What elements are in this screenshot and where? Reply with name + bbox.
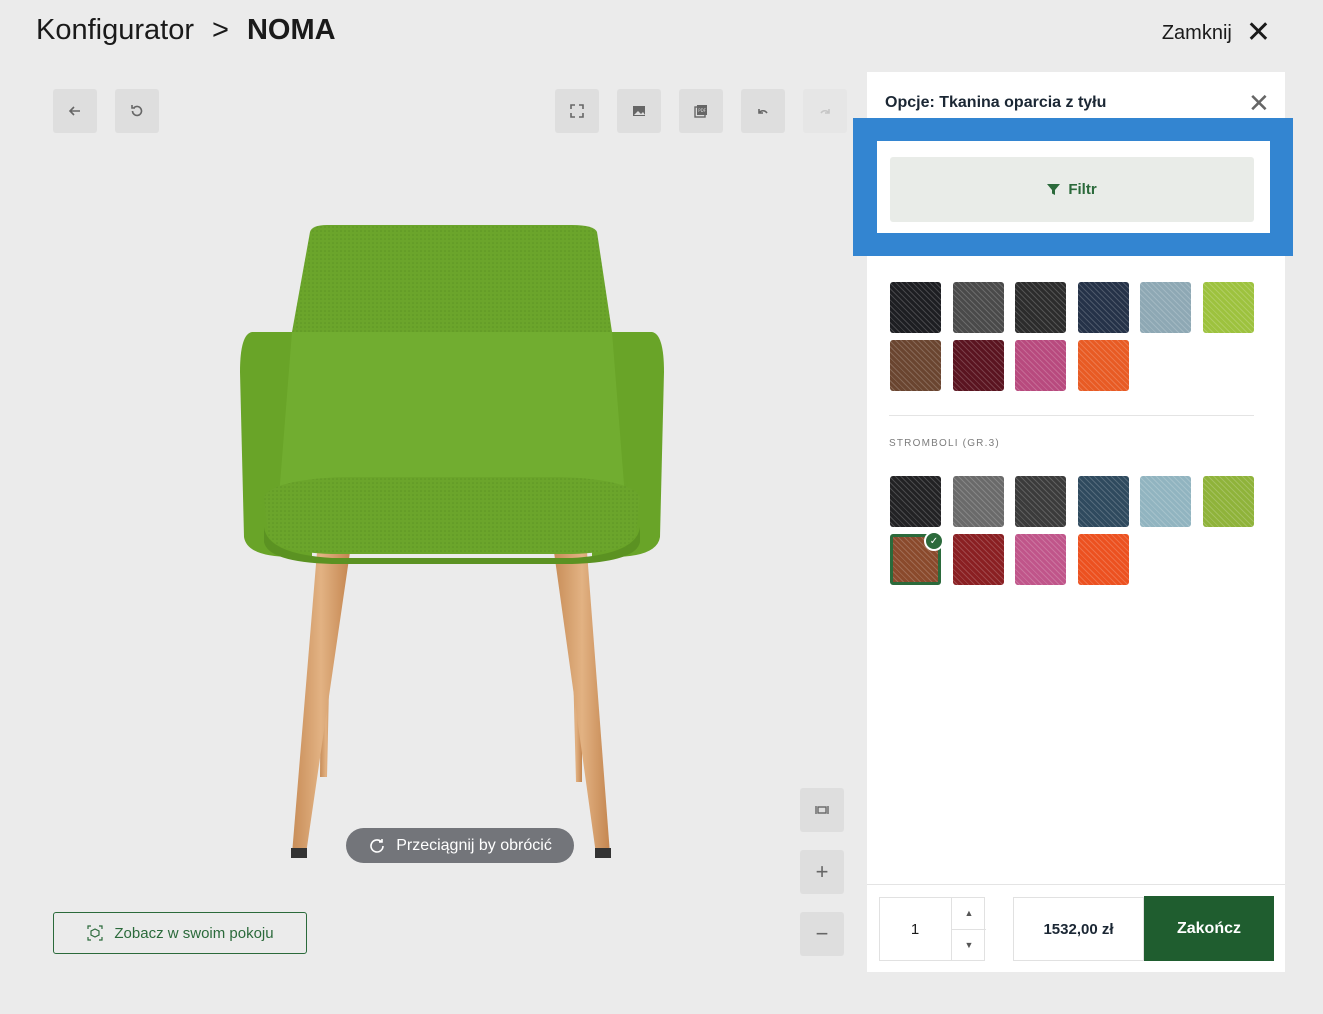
bottom-divider	[867, 884, 1285, 885]
fabric-swatch[interactable]	[1015, 282, 1066, 333]
fabric-swatch[interactable]	[1077, 476, 1129, 527]
pdf-button[interactable]: PDF	[679, 89, 723, 133]
fabric-swatch[interactable]	[1077, 282, 1129, 333]
zoom-out-button[interactable]: −	[800, 912, 844, 956]
quantity-decrease-button[interactable]: ▼	[951, 929, 986, 961]
finish-button[interactable]: Zakończ	[1144, 896, 1274, 961]
fabric-swatch[interactable]	[1140, 282, 1191, 333]
group-divider	[889, 415, 1254, 416]
fabric-swatch[interactable]	[952, 534, 1004, 585]
fabric-swatch[interactable]	[1015, 340, 1066, 391]
fullscreen-icon	[570, 104, 584, 118]
quantity-increase-button[interactable]: ▲	[951, 897, 986, 930]
selected-check-icon: ✓	[924, 531, 944, 551]
funnel-icon	[1047, 184, 1061, 195]
breadcrumb-separator: >	[212, 14, 229, 46]
quantity-input[interactable]: 1	[879, 897, 951, 961]
drag-to-rotate-hint[interactable]: Przeciągnij by obrócić	[346, 828, 574, 863]
fullscreen-button[interactable]	[555, 89, 599, 133]
image-icon	[633, 106, 645, 116]
fabric-swatch[interactable]	[952, 282, 1004, 333]
panel-close-icon[interactable]: ✕	[1248, 90, 1270, 116]
view-in-room-button[interactable]: Zobacz w swoim pokoju	[53, 912, 307, 954]
fabric-swatch[interactable]	[1077, 534, 1129, 585]
fabric-swatch[interactable]	[952, 340, 1004, 391]
redo-button[interactable]	[803, 89, 847, 133]
group-label-stromboli: STROMBOLI (GR.3)	[889, 438, 1000, 449]
reset-icon	[131, 105, 143, 117]
close-configurator-button[interactable]: Zamknij ✕	[1162, 18, 1271, 48]
fabric-swatch[interactable]: ✓	[890, 531, 944, 585]
redo-icon	[820, 109, 830, 114]
rotate-icon	[370, 838, 384, 853]
drag-hint-label: Przeciągnij by obrócić	[396, 836, 552, 854]
fit-view-icon	[815, 806, 829, 814]
close-label: Zamknij	[1161, 21, 1232, 44]
close-icon: ✕	[1245, 16, 1271, 49]
fabric-swatch[interactable]	[1202, 476, 1254, 527]
fabric-swatch[interactable]	[1015, 534, 1066, 585]
screenshot-button[interactable]	[617, 89, 661, 133]
breadcrumb: Konfigurator > NOMA	[36, 14, 336, 47]
fit-view-button[interactable]	[800, 788, 844, 832]
filter-label: Filtr	[1068, 181, 1097, 198]
fabric-swatch[interactable]	[1140, 476, 1191, 527]
fabric-swatch[interactable]	[1015, 476, 1066, 527]
undo-button[interactable]	[741, 89, 785, 133]
fabric-swatch[interactable]	[1077, 340, 1129, 391]
caret-up-icon: ▲	[964, 908, 974, 918]
ar-cube-icon	[87, 925, 103, 941]
breadcrumb-root[interactable]: Konfigurator	[36, 14, 194, 47]
reset-button[interactable]	[115, 89, 159, 133]
fabric-swatch[interactable]	[890, 476, 941, 527]
back-button[interactable]	[53, 89, 97, 133]
arrow-left-icon	[68, 106, 80, 116]
fabric-swatch[interactable]	[890, 282, 941, 333]
fabric-swatch[interactable]	[952, 476, 1004, 527]
caret-down-icon: ▼	[964, 940, 974, 950]
price-display: 1532,00 zł	[1013, 897, 1144, 961]
svg-text:PDF: PDF	[698, 108, 706, 113]
pdf-icon: PDF	[694, 105, 707, 118]
chair-preview-image[interactable]	[232, 222, 672, 867]
breadcrumb-current: NOMA	[246, 14, 336, 46]
undo-icon	[758, 109, 768, 114]
fabric-swatch[interactable]	[1202, 282, 1254, 333]
zoom-in-button[interactable]: +	[800, 850, 844, 894]
fabric-swatch[interactable]	[890, 340, 941, 391]
panel-title: Opcje: Tkanina oparcia z tyłu	[885, 94, 1107, 111]
filter-button[interactable]: Filtr	[890, 157, 1254, 222]
view-in-room-label: Zobacz w swoim pokoju	[114, 924, 274, 942]
